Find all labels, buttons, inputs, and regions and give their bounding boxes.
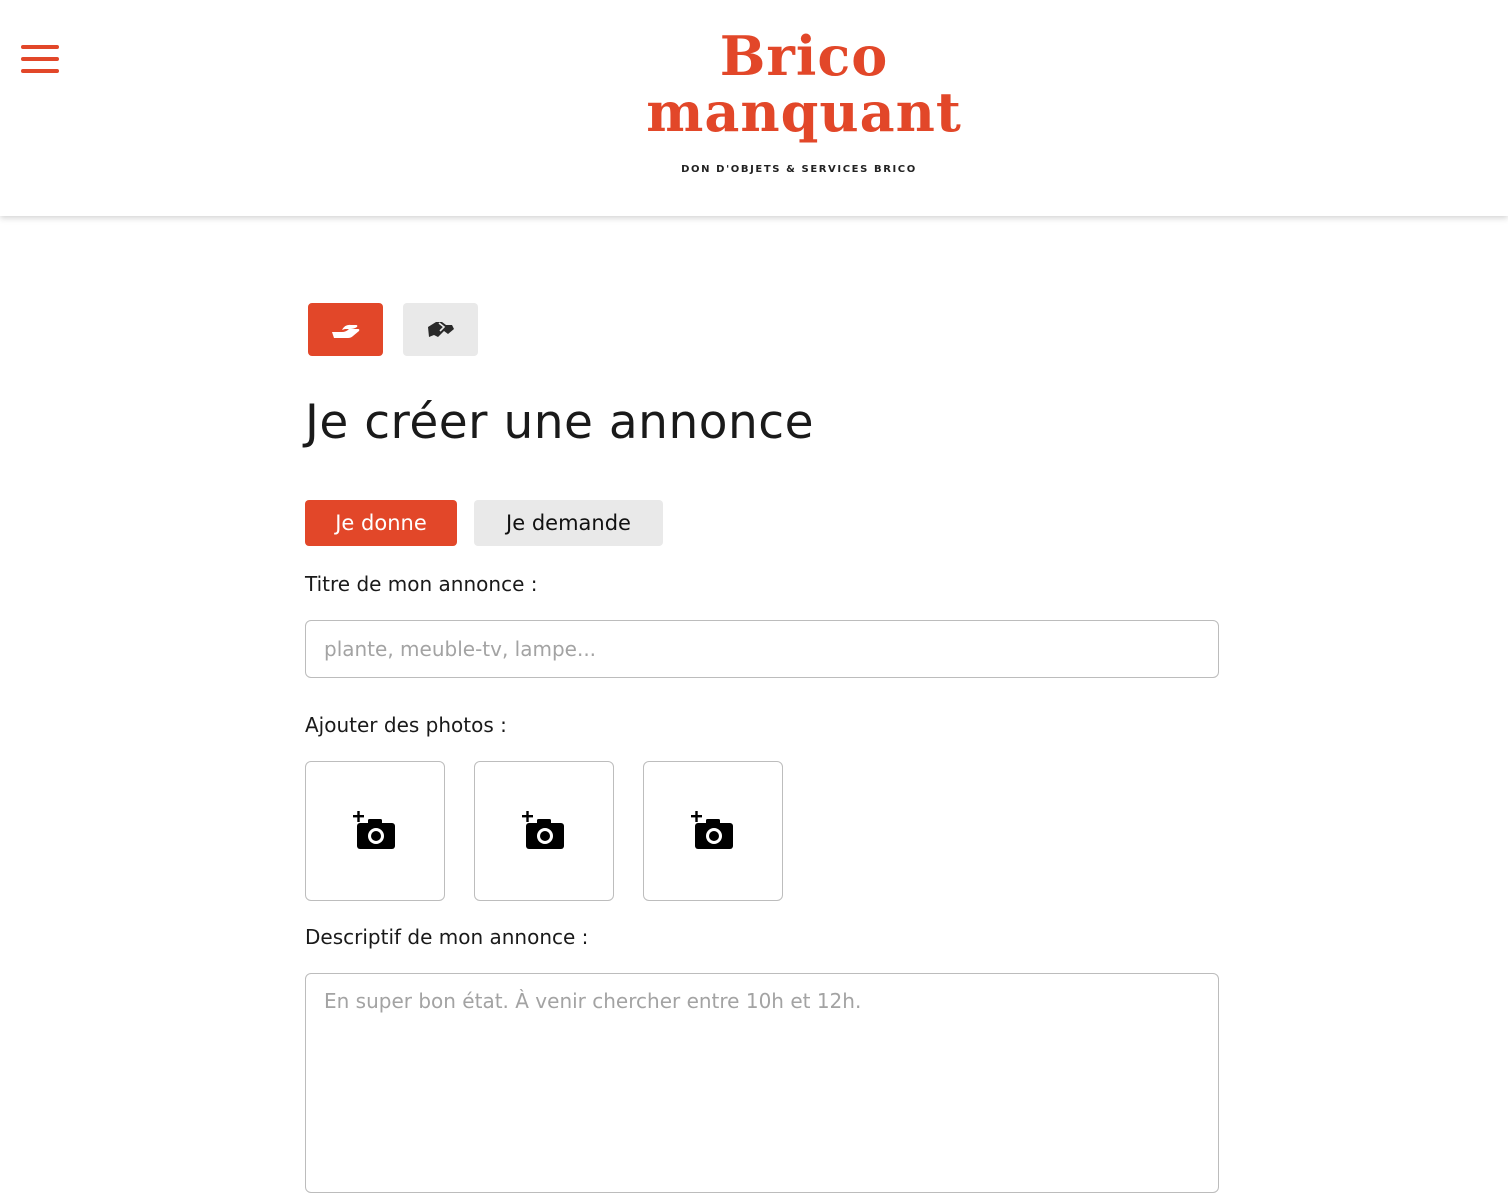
give-mode-button[interactable] (308, 303, 383, 356)
logo-tagline: DON D'OBJETS & SERVICES BRICO (681, 164, 917, 175)
handshake-icon (427, 321, 454, 337)
photos-field-label: Ajouter des photos : (305, 713, 507, 737)
hamburger-menu-icon[interactable] (18, 42, 62, 78)
menu-bar (21, 45, 59, 49)
title-input[interactable] (305, 620, 1219, 678)
add-photo-icon (353, 811, 395, 849)
title-field-label: Titre de mon annonce : (305, 572, 538, 596)
tab-je-donne[interactable]: Je donne (305, 500, 457, 546)
photo-upload-slot[interactable] (474, 761, 614, 901)
site-header: Brico manquant DON D'OBJETS & SERVICES B… (0, 0, 1508, 216)
add-photo-icon (522, 811, 564, 849)
description-textarea[interactable] (305, 973, 1219, 1193)
logo-line-1: Brico (719, 24, 889, 88)
page-title: Je créer une annonce (305, 395, 815, 450)
photo-upload-slot[interactable] (643, 761, 783, 901)
add-photo-icon (691, 811, 733, 849)
menu-bar (21, 69, 59, 73)
site-logo[interactable]: Brico manquant DON D'OBJETS & SERVICES B… (604, 26, 1004, 186)
description-field-label: Descriptif de mon annonce : (305, 925, 589, 949)
giving-hand-icon (331, 324, 359, 338)
menu-bar (21, 57, 59, 61)
logo-line-2: manquant (646, 80, 962, 144)
tab-je-demande[interactable]: Je demande (474, 500, 663, 546)
exchange-mode-button[interactable] (403, 303, 478, 356)
photo-upload-slot[interactable] (305, 761, 445, 901)
